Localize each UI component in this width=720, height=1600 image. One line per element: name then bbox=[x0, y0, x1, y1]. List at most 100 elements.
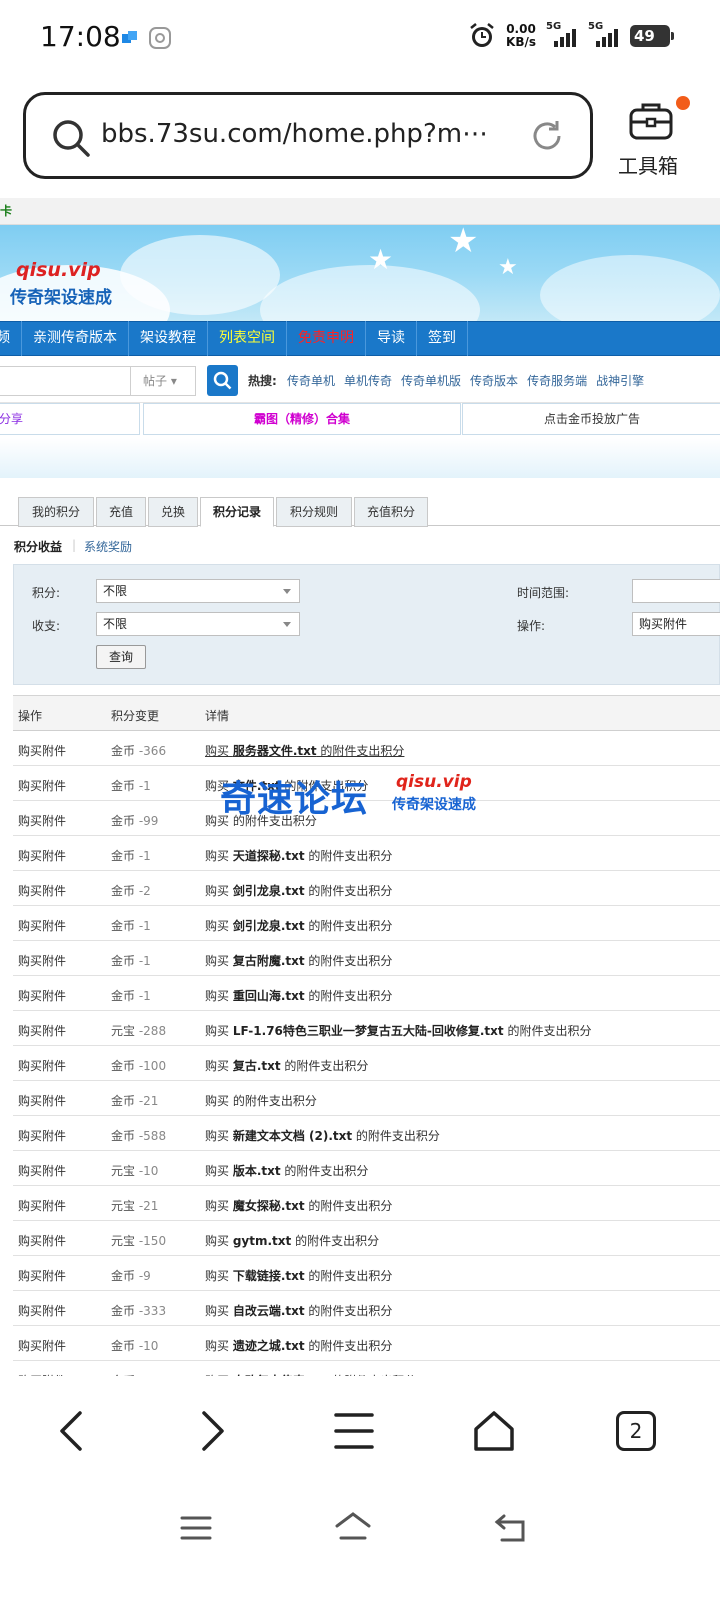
row-currency: 金币 bbox=[111, 779, 136, 793]
row-amount: -100 bbox=[138, 1059, 167, 1073]
row-detail-suffix: 的附件支出积分 bbox=[316, 744, 405, 758]
row-amount: -1 bbox=[138, 989, 151, 1003]
row-detail[interactable]: 购买 服务器文件.txt 的附件支出积分 bbox=[205, 742, 404, 759]
home-icon[interactable] bbox=[472, 1409, 516, 1453]
row-file-name[interactable]: 下载链接.txt bbox=[233, 1269, 305, 1283]
row-detail[interactable]: 购买 的附件支出积分 bbox=[205, 1092, 317, 1109]
row-file-name[interactable]: LF-1.76特色三职业一梦复古五大陆-回收修复.txt bbox=[233, 1024, 504, 1038]
row-detail[interactable]: 购买 LF-1.76特色三职业一梦复古五大陆-回收修复.txt 的附件支出积分 bbox=[205, 1022, 591, 1039]
nav-item[interactable]: 架设教程 bbox=[129, 321, 208, 356]
row-file-name[interactable]: 复古附魔.txt bbox=[233, 954, 305, 968]
site-nav: 频亲测传奇版本 架设教程 列表空间 免责申明 导读 签到 bbox=[0, 321, 720, 356]
url-text[interactable]: bbs.73su.com/home.php?m⋯ bbox=[101, 119, 501, 149]
row-detail[interactable]: 购买 复古.txt 的附件支出积分 bbox=[205, 1057, 368, 1074]
row-file-name[interactable]: 新建文本文档 (2).txt bbox=[233, 1129, 352, 1143]
menu-icon[interactable] bbox=[333, 1409, 375, 1453]
table-row: 购买附件 金币 -21 购买 的附件支出积分 bbox=[13, 1081, 720, 1116]
row-amount: -1 bbox=[138, 779, 151, 793]
system-back-icon[interactable] bbox=[494, 1512, 528, 1544]
hot-search-link[interactable]: 单机传奇 bbox=[344, 374, 392, 388]
reload-icon[interactable] bbox=[528, 117, 566, 155]
row-detail[interactable]: 购买 天道探秘.txt 的附件支出积分 bbox=[205, 847, 392, 864]
hot-search-link[interactable]: 传奇单机版 bbox=[401, 374, 461, 388]
nav-item[interactable]: 亲测传奇版本 bbox=[22, 321, 129, 356]
tabs-count-button[interactable]: 2 bbox=[616, 1411, 656, 1451]
row-file-name[interactable]: 遗迹之城.txt bbox=[233, 1339, 305, 1353]
flow-filter-select[interactable]: 不限 bbox=[96, 612, 300, 636]
search-type-select[interactable]: 帖子 ▾ bbox=[130, 366, 196, 396]
address-bar[interactable]: bbs.73su.com/home.php?m⋯ bbox=[23, 92, 593, 179]
row-file-name[interactable]: 剑引龙泉.txt bbox=[233, 919, 305, 933]
row-detail[interactable]: 购买 版本.txt 的附件支出积分 bbox=[205, 1162, 368, 1179]
subtab-credit-income[interactable]: 积分收益 bbox=[14, 538, 62, 555]
top-strip-text[interactable]: 卡 bbox=[0, 204, 12, 218]
table-row: 购买附件 金币 -9 购买 下载链接.txt 的附件支出积分 bbox=[13, 1256, 720, 1291]
query-button[interactable]: 查询 bbox=[96, 645, 146, 669]
row-file-name[interactable]: 剑引龙泉.txt bbox=[233, 884, 305, 898]
system-home-icon[interactable] bbox=[333, 1510, 373, 1544]
subtab-system-reward[interactable]: 系统奖励 bbox=[84, 538, 132, 555]
tab-credit[interactable]: 积分规则 bbox=[276, 497, 352, 527]
row-file-name[interactable]: gytm.txt bbox=[233, 1234, 291, 1248]
operation-filter-input[interactable]: 购买附件 bbox=[632, 612, 720, 636]
row-file-name[interactable]: 复古.txt bbox=[233, 1059, 281, 1073]
site-logo-en[interactable]: qisu.vip bbox=[16, 259, 101, 281]
credit-filter-select[interactable]: 不限 bbox=[96, 579, 300, 603]
ad-cell[interactable]: 霸图（精修）合集 bbox=[143, 403, 461, 435]
row-currency: 金币 bbox=[111, 919, 136, 933]
row-detail[interactable]: 购买 复古附魔.txt 的附件支出积分 bbox=[205, 952, 392, 969]
nav-item[interactable]: 导读 bbox=[366, 321, 417, 356]
row-detail[interactable]: 购买 重回山海.txt 的附件支出积分 bbox=[205, 987, 392, 1004]
row-operation: 购买附件 bbox=[18, 884, 67, 898]
row-file-name[interactable]: 天道探秘.txt bbox=[233, 849, 305, 863]
hot-search-link[interactable]: 传奇单机 bbox=[287, 374, 335, 388]
row-file-name[interactable]: 版本.txt bbox=[233, 1164, 281, 1178]
recent-apps-icon[interactable] bbox=[180, 1514, 212, 1542]
row-detail[interactable]: 购买 魔女探秘.txt 的附件支出积分 bbox=[205, 1197, 392, 1214]
row-detail[interactable]: 购买 gytm.txt 的附件支出积分 bbox=[205, 1232, 379, 1249]
row-detail[interactable]: 购买 剑引龙泉.txt 的附件支出积分 bbox=[205, 882, 392, 899]
star-icon: ★ bbox=[498, 255, 518, 280]
credit-subtabs: 积分收益 | 系统奖励 bbox=[0, 526, 720, 564]
hot-search-link[interactable]: 传奇版本 bbox=[470, 374, 518, 388]
status-time: 17:08 bbox=[40, 20, 121, 53]
nav-item[interactable]: 签到 bbox=[417, 321, 468, 356]
row-detail[interactable]: 购买 的附件支出积分 bbox=[205, 812, 317, 829]
back-icon[interactable] bbox=[52, 1409, 92, 1453]
site-search-input[interactable] bbox=[0, 366, 130, 396]
tab-credit[interactable]: 我的积分 bbox=[18, 497, 94, 527]
time-range-input[interactable] bbox=[632, 579, 720, 603]
row-file-name[interactable]: 文件.txt bbox=[233, 779, 281, 793]
row-file-name[interactable]: 重回山海.txt bbox=[233, 989, 305, 1003]
nav-item[interactable]: 频 bbox=[0, 321, 22, 356]
hot-search-link[interactable]: 传奇服务端 bbox=[527, 374, 587, 388]
row-detail[interactable]: 购买 自改云端.txt 的附件支出积分 bbox=[205, 1302, 392, 1319]
row-detail[interactable]: 购买 文件.txt 的附件支出积分 bbox=[205, 777, 368, 794]
row-file-name[interactable]: 自改云端.txt bbox=[233, 1304, 305, 1318]
toolbox-button[interactable]: 工具箱 bbox=[612, 96, 692, 186]
row-operation: 购买附件 bbox=[18, 1339, 67, 1353]
row-file-name[interactable]: 魔女探秘.txt bbox=[233, 1199, 305, 1213]
nav-item[interactable]: 免责申明 bbox=[287, 321, 366, 356]
row-detail[interactable]: 购买 下载链接.txt 的附件支出积分 bbox=[205, 1267, 392, 1284]
forward-icon[interactable] bbox=[192, 1409, 232, 1453]
row-detail-suffix: 的附件支出积分 bbox=[304, 1304, 393, 1318]
site-logo-cn[interactable]: 传奇架设速成 bbox=[10, 283, 112, 308]
row-file-name[interactable]: 服务器文件.txt bbox=[233, 744, 317, 758]
tab-credit[interactable]: 充值积分 bbox=[354, 497, 428, 527]
tab-credit[interactable]: 积分记录 bbox=[200, 497, 274, 527]
row-detail[interactable]: 购买 新建文本文档 (2).txt 的附件支出积分 bbox=[205, 1127, 440, 1144]
tab-credit[interactable]: 兑换 bbox=[148, 497, 198, 527]
status-bar: 17:08 0.00 KB/s 5G 5G 49 bbox=[0, 0, 720, 78]
row-operation: 购买附件 bbox=[18, 1304, 67, 1318]
row-detail[interactable]: 购买 遗迹之城.txt 的附件支出积分 bbox=[205, 1337, 392, 1354]
row-detail[interactable]: 购买 剑引龙泉.txt 的附件支出积分 bbox=[205, 917, 392, 934]
hot-search-link[interactable]: 战神引擎 bbox=[596, 374, 644, 388]
tab-credit[interactable]: 充值 bbox=[96, 497, 146, 527]
nav-item[interactable]: 列表空间 bbox=[208, 321, 287, 356]
ad-cell[interactable]: 点击金币投放广告 bbox=[462, 403, 720, 435]
table-row: 购买附件 元宝 -150 购买 gytm.txt 的附件支出积分 bbox=[13, 1221, 720, 1256]
site-search-button[interactable] bbox=[207, 365, 238, 396]
row-operation: 购买附件 bbox=[18, 1059, 67, 1073]
ad-cell[interactable]: 分享 bbox=[0, 403, 140, 435]
